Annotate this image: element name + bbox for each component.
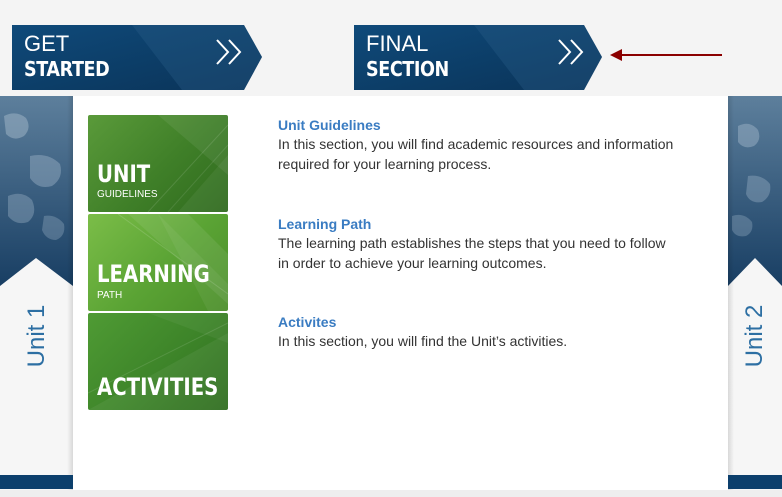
tile-subtitle: GUIDELINES <box>97 189 158 200</box>
banner-line1: GET <box>24 31 70 56</box>
activities-section: Activites In this section, you will find… <box>278 313 678 351</box>
activities-tile[interactable]: ACTIVITIES <box>88 313 228 410</box>
unit-2-bar <box>728 475 782 489</box>
final-section-button[interactable]: FINAL SECTION <box>354 25 602 90</box>
banner-line2: STARTED <box>24 57 110 81</box>
section-description: The learning path establishes the steps … <box>278 235 666 271</box>
unit-2-tab[interactable]: Unit 2 <box>728 96 782 497</box>
chevron-double-right-icon <box>216 39 242 65</box>
get-started-button[interactable]: GET STARTED <box>12 25 262 90</box>
world-map-texture <box>728 96 782 286</box>
footer-strip <box>0 490 782 497</box>
page: GET STARTED FINAL SECTION Unit 1 Unit 2 … <box>0 0 782 497</box>
section-description: In this section, you will find academic … <box>278 136 674 172</box>
divider <box>728 96 734 497</box>
tile-subtitle: PATH <box>97 290 123 301</box>
section-title-link[interactable]: Activites <box>278 313 678 331</box>
chevron-double-right-icon <box>558 39 584 65</box>
arrow-left-icon <box>610 49 722 61</box>
learning-path-section: Learning Path The learning path establis… <box>278 215 678 273</box>
banner-line1: FINAL <box>366 31 429 56</box>
unit-1-label: Unit 1 <box>23 304 50 368</box>
tile-title: LEARNING <box>97 260 210 288</box>
tile-title: ACTIVITIES <box>97 373 219 401</box>
learning-path-tile[interactable]: LEARNING PATH <box>88 214 228 311</box>
section-title-link[interactable]: Learning Path <box>278 215 678 233</box>
unit-1-bar <box>0 475 73 489</box>
tile-title: UNIT <box>97 160 151 188</box>
banner-line2: SECTION <box>366 57 449 81</box>
section-description: In this section, you will find the Unit’… <box>278 333 568 349</box>
unit-guidelines-tile[interactable]: UNIT GUIDELINES <box>88 115 228 212</box>
unit-2-label: Unit 2 <box>741 304 768 368</box>
unit-1-tab[interactable]: Unit 1 <box>0 96 73 497</box>
section-title-link[interactable]: Unit Guidelines <box>278 116 678 134</box>
world-map-texture <box>0 96 73 286</box>
unit-guidelines-section: Unit Guidelines In this section, you wil… <box>278 116 678 174</box>
